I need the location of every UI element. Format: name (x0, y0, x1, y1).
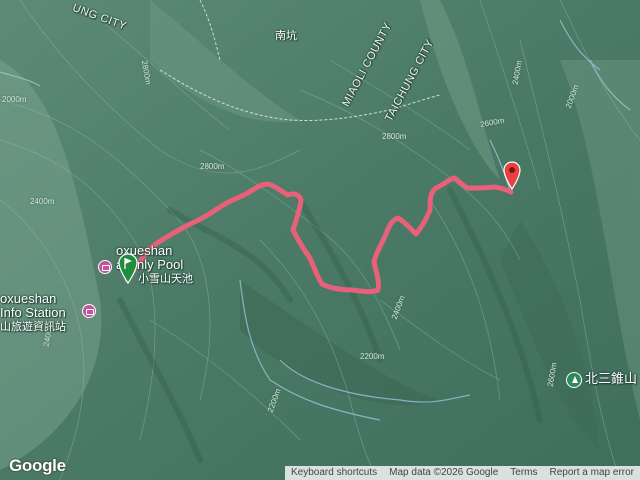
park-icon[interactable] (566, 372, 582, 388)
map-pin-icon[interactable] (503, 160, 521, 190)
map-footer: Keyboard shortcuts Map data ©2026 Google… (284, 466, 640, 480)
keyboard-shortcuts-link[interactable]: Keyboard shortcuts (285, 466, 383, 480)
map-data-attribution: Map data ©2026 Google (389, 467, 499, 478)
poi-label-pool-zh: 小雪山天池 (138, 273, 193, 285)
report-error-link[interactable]: Report a map error (544, 466, 640, 480)
camera-icon[interactable] (98, 260, 112, 274)
flag-pin-icon[interactable] (118, 252, 138, 284)
google-logo: Google (9, 456, 66, 475)
terms-link[interactable]: Terms (504, 466, 543, 480)
contour-label: 2800m (382, 132, 407, 141)
contour-label: 2400m (30, 197, 55, 206)
contour-label: 2200m (360, 352, 385, 361)
camera-icon[interactable] (82, 304, 96, 318)
contour-label: 2800m (200, 162, 225, 171)
poi-label-station-zh: 山旅遊資訊站 (0, 321, 66, 333)
topographic-map[interactable] (0, 0, 640, 480)
contour-label: 2000m (2, 95, 27, 104)
poi-label-peak[interactable]: 北三錐山 (585, 372, 637, 386)
poi-label-station-line1: oxueshan (0, 291, 57, 306)
poi-label-station[interactable]: oxueshan Info Station 山旅遊資訊站 (0, 292, 66, 334)
terrain-background (0, 0, 640, 480)
poi-label-station-line2: Info Station (0, 305, 66, 320)
place-label-nankeng: 南坑 (275, 30, 297, 42)
